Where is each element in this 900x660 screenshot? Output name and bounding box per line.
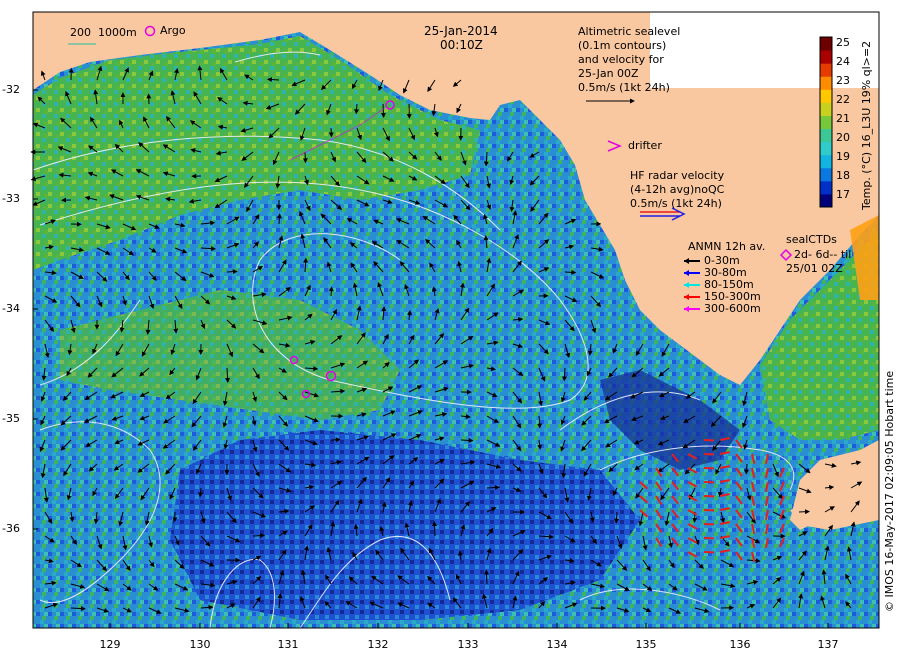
map-date: 25-Jan-2014	[424, 24, 498, 38]
hf-radar-line-1: HF radar velocity	[630, 169, 725, 182]
sealctd-line-3: 25/01 02Z	[786, 262, 843, 275]
colorbar-tick: 23	[836, 74, 850, 87]
colorbar-swatch	[820, 37, 832, 51]
colorbar-swatch	[820, 167, 832, 182]
colorbar-swatch	[820, 102, 832, 116]
colorbar-tick: 25	[836, 36, 850, 49]
x-tick: 129	[99, 638, 121, 651]
argo-legend-label: Argo	[160, 24, 186, 37]
hf-radar-line-2: (4-12h avg)noQC	[630, 183, 725, 196]
colorbar-tick: 21	[836, 112, 850, 125]
colorbar-tick: 17	[836, 188, 850, 201]
colorbar-tick: 22	[836, 93, 850, 106]
colorbar-tick: 19	[836, 150, 850, 163]
sealctd-line-2: 2d- 6d-- til	[794, 248, 852, 261]
colorbar-swatch	[820, 63, 832, 77]
colorbar-tick: 18	[836, 169, 850, 182]
velocity-arrow	[252, 533, 266, 539]
y-tick: -34	[2, 302, 20, 315]
velocity-arrow	[328, 127, 334, 138]
x-tick: 133	[457, 638, 479, 651]
sealctd-title: sealCTDs	[786, 233, 837, 246]
anmn-legend-title: ANMN 12h av.	[688, 240, 766, 253]
y-tick: -33	[2, 192, 20, 205]
colorbar-swatch	[820, 141, 832, 156]
colorbar-swatch	[820, 128, 832, 143]
velocity-arrow	[226, 269, 238, 275]
colorbar-swatch	[820, 180, 832, 195]
x-tick: 131	[277, 638, 299, 651]
x-tick: 136	[729, 638, 751, 651]
map-time: 00:10Z	[440, 38, 483, 52]
velocity-arrow	[484, 569, 490, 585]
velocity-arrow	[328, 286, 334, 297]
colorbar-tick: 24	[836, 55, 850, 68]
colorbar-swatch	[820, 76, 832, 90]
drifter-label: drifter	[628, 139, 662, 152]
x-tick: 137	[817, 638, 839, 651]
velocity-arrow	[744, 463, 750, 475]
colorbar-swatch	[820, 154, 832, 169]
velocity-arrow	[266, 77, 280, 83]
colorbar-label: Temp. (°C) 16_L3U 19% ql>=2	[860, 40, 873, 210]
x-tick: 132	[367, 638, 389, 651]
altimetry-line-4: 25-Jan 00Z	[578, 67, 639, 80]
credit-text: © IMOS 16-May-2017 02:09:05 Hobart time	[883, 370, 896, 612]
y-tick: -32	[2, 83, 20, 96]
velocity-arrow	[564, 269, 577, 275]
sst-map	[30, 11, 880, 629]
colorbar-swatch	[820, 193, 832, 208]
scale-bar-label-200: 200	[70, 26, 91, 39]
colorbar-swatch	[820, 89, 832, 103]
velocity-arrow	[798, 509, 810, 515]
colorbar-swatch	[820, 115, 832, 130]
scale-bar-label-1000m: 1000m	[98, 26, 137, 39]
x-tick: 135	[635, 638, 657, 651]
anmn-item-4: 300-600m	[704, 302, 761, 315]
y-tick: -35	[2, 412, 20, 425]
altimetry-line-5: 0.5m/s (1kt 24h)	[578, 81, 670, 94]
altimetry-line-2: (0.1m contours)	[578, 39, 667, 52]
colorbar	[819, 36, 833, 208]
velocity-arrow	[380, 103, 386, 118]
velocity-arrow	[302, 151, 308, 164]
altimetry-line-1: Altimetric sealevel	[578, 25, 681, 38]
velocity-arrow	[432, 521, 437, 537]
velocity-arrow	[276, 213, 282, 225]
hf-radar-line-3: 0.5m/s (1kt 24h)	[630, 197, 722, 210]
altimetry-line-3: and velocity for	[578, 53, 664, 66]
velocity-arrow	[460, 437, 474, 443]
x-tick: 134	[546, 638, 568, 651]
colorbar-tick: 20	[836, 131, 850, 144]
y-tick: -36	[2, 522, 20, 535]
colorbar-swatch	[820, 50, 832, 64]
map-figure: 25-Jan-2014 00:10Z 200 1000m Argo Altime…	[0, 0, 900, 660]
velocity-arrow	[562, 367, 568, 382]
x-tick: 130	[189, 638, 211, 651]
